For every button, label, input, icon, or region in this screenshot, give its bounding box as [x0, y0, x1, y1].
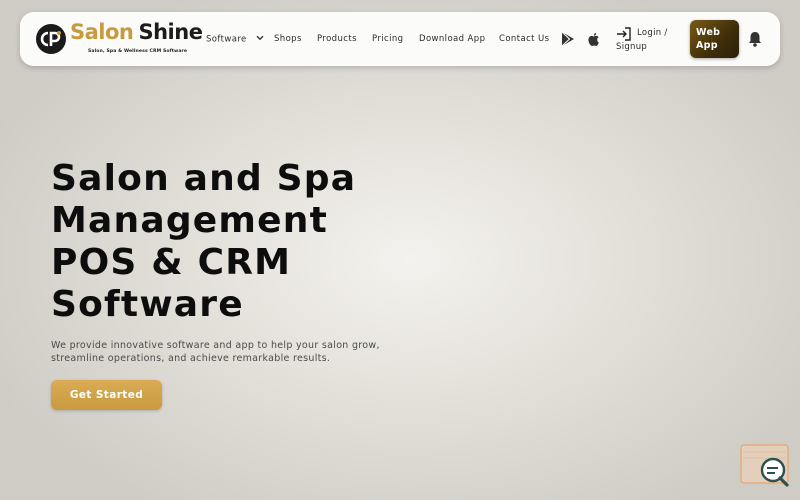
- brand-name-shine: Shine: [138, 20, 203, 44]
- brand-name: Salon Shine: [70, 20, 203, 44]
- web-app-button[interactable]: Web App: [690, 20, 739, 58]
- chat-search-icon[interactable]: [740, 444, 792, 490]
- brand-name-salon: Salon: [70, 20, 134, 44]
- hero-subtitle-line1: We provide innovative software and app t…: [51, 340, 380, 351]
- nav-item-pricing[interactable]: Pricing: [372, 34, 403, 44]
- google-play-icon[interactable]: [560, 31, 576, 47]
- hero-title: Salon and Spa Management POS & CRM Softw…: [51, 158, 411, 326]
- apple-icon[interactable]: [586, 31, 602, 47]
- hero-subtitle-line2: streamline operations, and achieve remar…: [51, 352, 331, 364]
- login-signup-link[interactable]: Login / Signup: [616, 26, 678, 56]
- hero-title-line: Salon and Spa: [51, 158, 357, 199]
- nav-item-shops[interactable]: Shops: [274, 34, 302, 44]
- nav-item-products[interactable]: Products: [317, 34, 357, 44]
- brand-tagline: Salon, Spa & Wellness CRM Software: [88, 49, 188, 54]
- nav-item-download-app[interactable]: Download App: [419, 34, 485, 44]
- signup-label: Signup: [616, 42, 648, 52]
- nav-item-contact-us[interactable]: Contact Us: [499, 34, 549, 44]
- nav-item-label: Software: [206, 34, 247, 45]
- hero-subtitle: We provide innovative software and app t…: [51, 340, 391, 365]
- brand-logo[interactable]: Salon Shine Salon, Spa & Wellness CRM So…: [36, 20, 203, 56]
- web-app-label-line2: App: [696, 40, 718, 51]
- hero-title-line: Software: [51, 284, 244, 325]
- hero-title-line: Management: [51, 200, 328, 241]
- get-started-button[interactable]: Get Started: [51, 380, 162, 410]
- logo-mark-icon: [36, 24, 66, 54]
- login-signup-text: Login / Signup: [616, 26, 668, 54]
- login-label: Login /: [637, 28, 668, 38]
- top-navbar: Salon Shine Salon, Spa & Wellness CRM So…: [20, 12, 780, 66]
- hero-title-line: POS & CRM: [51, 242, 292, 283]
- chevron-down-icon: [256, 34, 264, 44]
- bell-icon[interactable]: [746, 30, 764, 48]
- nav-item-software[interactable]: Software: [206, 34, 264, 45]
- web-app-label-line1: Web: [696, 27, 721, 38]
